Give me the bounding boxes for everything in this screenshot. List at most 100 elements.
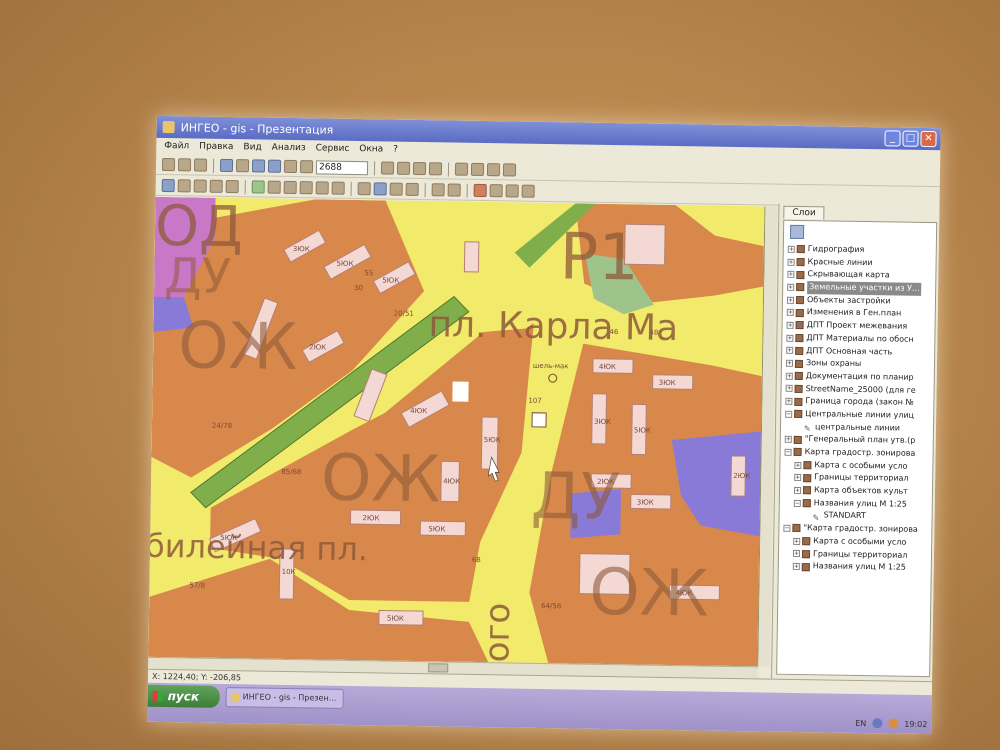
move-icon[interactable]	[299, 181, 313, 195]
draw-line-icon[interactable]	[193, 179, 207, 193]
expand-icon[interactable]: +	[786, 296, 795, 304]
menu-windows[interactable]: Окна	[359, 144, 383, 154]
split-icon[interactable]	[267, 180, 281, 194]
expand-icon[interactable]: +	[793, 537, 801, 545]
print-icon[interactable]	[454, 162, 469, 176]
menu-view[interactable]: Вид	[243, 142, 261, 152]
stop-icon[interactable]	[473, 183, 487, 198]
menu-analysis[interactable]: Анализ	[272, 143, 306, 154]
tools-icon[interactable]	[521, 184, 535, 198]
map-canvas[interactable]: 3ЮК 5ЮК 5ЮК 2ЮК 4ЮК 5ЮК 4ЮК 2ЮК 5ЮК 5ЮК …	[148, 196, 766, 667]
expand-icon[interactable]: +	[785, 385, 793, 393]
settings-icon[interactable]	[486, 163, 501, 177]
expand-icon[interactable]: +	[792, 550, 801, 558]
network-icon[interactable]	[872, 718, 883, 729]
expand-icon[interactable]: +	[787, 258, 795, 266]
pan-hand-icon[interactable]	[235, 159, 250, 173]
expand-icon[interactable]: +	[786, 334, 794, 342]
expand-icon[interactable]: +	[785, 359, 794, 367]
zone-label-ozh: ОЖ	[321, 442, 441, 518]
volume-icon[interactable]	[888, 718, 899, 729]
toolbar-separator	[466, 183, 468, 198]
scrollbar-thumb[interactable]	[428, 663, 449, 673]
layer-icon	[795, 321, 804, 330]
expand-icon[interactable]: +	[787, 283, 795, 291]
zoom-scale-field[interactable]: 2688	[315, 159, 369, 175]
save-icon[interactable]	[193, 158, 208, 172]
layer-icon	[793, 435, 802, 444]
minimize-button[interactable]: _	[884, 130, 901, 147]
lot[interactable]	[463, 241, 480, 273]
measure-icon[interactable]	[225, 179, 239, 194]
language-indicator[interactable]: EN	[855, 718, 866, 727]
expand-icon[interactable]: +	[784, 435, 792, 444]
expand-icon[interactable]: +	[787, 245, 795, 253]
query-icon[interactable]	[405, 182, 419, 197]
maximize-button[interactable]: □	[902, 130, 919, 147]
open-icon[interactable]	[177, 158, 192, 172]
zoom-in-icon[interactable]	[251, 159, 266, 173]
new-map-icon[interactable]	[161, 157, 176, 172]
lot-label: 3ЮК	[594, 418, 611, 426]
info-icon[interactable]	[373, 182, 387, 196]
layout-icon[interactable]	[505, 184, 519, 198]
lot-label: 2ЮК	[733, 472, 750, 480]
expand-icon[interactable]: +	[794, 474, 802, 482]
start-button[interactable]: пуск	[147, 684, 220, 708]
building-marker[interactable]	[531, 412, 547, 428]
tab-layers[interactable]: Слои	[783, 205, 825, 220]
expand-icon[interactable]: +	[786, 309, 794, 317]
map-svg[interactable]: 3ЮК 5ЮК 5ЮК 2ЮК 4ЮК 5ЮК 4ЮК 2ЮК 5ЮК 5ЮК …	[148, 197, 766, 667]
zoom-out-icon[interactable]	[267, 159, 282, 173]
close-button[interactable]: ✕	[920, 130, 937, 148]
taskbar-item-ingeo[interactable]: ИНГЕО - gis - Презен...	[225, 687, 344, 709]
draw-polygon-icon[interactable]	[209, 179, 223, 193]
layer-props-icon[interactable]	[412, 161, 427, 176]
collapse-icon[interactable]: −	[785, 410, 793, 418]
expand-icon[interactable]: +	[787, 271, 795, 279]
collapse-icon[interactable]: −	[784, 448, 792, 456]
undo-icon[interactable]	[357, 182, 371, 196]
table-icon[interactable]	[428, 162, 443, 176]
house-number: 20/51	[394, 310, 414, 318]
layers-tree[interactable]: + Гидрография + Красные линии + Скрывающая ка…	[776, 219, 938, 678]
merge-icon[interactable]	[283, 180, 297, 195]
paste-icon[interactable]	[396, 161, 411, 175]
rotate-icon[interactable]	[315, 181, 329, 195]
app-icon	[230, 693, 240, 703]
expand-icon[interactable]: +	[785, 397, 793, 405]
expand-icon[interactable]: +	[786, 347, 794, 355]
filter-icon[interactable]	[389, 182, 403, 196]
building-white[interactable]	[452, 381, 469, 402]
start-label: пуск	[167, 689, 200, 704]
expand-icon[interactable]: +	[793, 486, 802, 494]
window-title: ИНГЕО - gis - Презентация	[180, 120, 334, 137]
snap-icon[interactable]	[251, 180, 265, 194]
zoom-extent-icon[interactable]	[283, 159, 298, 174]
copy-icon[interactable]	[380, 161, 395, 175]
collapse-icon[interactable]: −	[793, 499, 801, 507]
collapse-icon[interactable]: −	[783, 524, 791, 532]
preview-icon[interactable]	[470, 162, 485, 177]
layer-tools-icon[interactable]	[789, 224, 805, 240]
select-icon[interactable]	[219, 158, 234, 173]
menu-file[interactable]: Файл	[164, 141, 189, 151]
layer-item[interactable]: + Названия улиц М 1:25	[779, 560, 931, 575]
expand-icon[interactable]: +	[792, 562, 800, 571]
label-icon[interactable]	[447, 183, 461, 197]
expand-icon[interactable]: +	[786, 321, 794, 329]
node-edit-icon[interactable]	[177, 179, 191, 193]
menu-edit[interactable]: Правка	[199, 142, 233, 153]
export-icon[interactable]	[489, 184, 503, 198]
menu-service[interactable]: Сервис	[316, 143, 350, 154]
lot-label: 2ЮК	[309, 343, 326, 351]
scale-icon[interactable]	[299, 160, 314, 174]
theme-icon[interactable]	[431, 183, 445, 197]
expand-icon[interactable]: +	[785, 372, 793, 380]
expand-icon[interactable]: +	[794, 461, 802, 469]
menu-help[interactable]: ?	[393, 145, 398, 155]
report-icon[interactable]	[502, 163, 517, 177]
pointer-icon[interactable]	[161, 178, 175, 193]
layer-icon	[794, 359, 804, 368]
attribute-icon[interactable]	[331, 181, 345, 195]
